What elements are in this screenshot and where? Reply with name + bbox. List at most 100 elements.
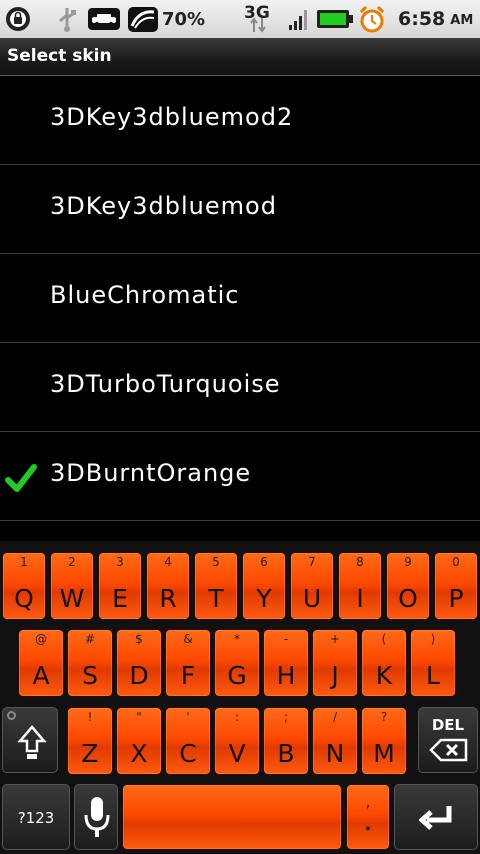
skin-list-item[interactable]: 3DBurntOrange bbox=[0, 432, 480, 521]
skin-list-item[interactable]: 3DKey3dbluemod bbox=[0, 165, 480, 254]
key-e[interactable]: 3E bbox=[98, 552, 142, 620]
clock-ampm: AM bbox=[450, 13, 474, 28]
key-secondary-label: ! bbox=[87, 710, 93, 724]
key-primary-label: T bbox=[208, 584, 224, 613]
signal-strength-icon bbox=[288, 0, 310, 38]
symbols-key-label: ?123 bbox=[17, 809, 55, 827]
key-secondary-label: 5 bbox=[212, 555, 220, 569]
skin-name: 3DTurboTurquoise bbox=[50, 370, 281, 398]
status-bar: 70% 3G 6:58 AM bbox=[0, 0, 480, 38]
skin-list-item[interactable]: 3DKey3dbluemod2 bbox=[0, 76, 480, 165]
key-primary-label: Q bbox=[14, 584, 34, 613]
app-notification-icon bbox=[5, 0, 31, 38]
key-primary-label: P bbox=[448, 584, 464, 613]
battery-percent: 70% bbox=[162, 8, 206, 30]
shift-indicator-icon bbox=[7, 711, 16, 720]
key-primary-label: W bbox=[59, 584, 85, 613]
key-z[interactable]: ! Z bbox=[67, 707, 113, 775]
symbols-key[interactable]: ?123 bbox=[2, 784, 70, 850]
key-c[interactable]: ' C bbox=[165, 707, 211, 775]
key-n[interactable]: / N bbox=[312, 707, 358, 775]
key-secondary-label: : bbox=[234, 710, 240, 724]
alarm-clock-icon bbox=[358, 0, 386, 38]
shift-key[interactable] bbox=[2, 707, 58, 773]
key-v[interactable]: :V bbox=[214, 707, 260, 775]
key-primary-label: R bbox=[159, 584, 177, 613]
key-u[interactable]: 7U bbox=[290, 552, 334, 620]
key-t[interactable]: 5T bbox=[194, 552, 238, 620]
checkmark-icon bbox=[5, 464, 37, 492]
key-j[interactable]: + J bbox=[312, 629, 358, 697]
period-key[interactable]: , . bbox=[346, 784, 390, 850]
key-r[interactable]: 4R bbox=[146, 552, 190, 620]
key-q[interactable]: 1Q bbox=[2, 552, 46, 620]
key-w[interactable]: 2W bbox=[50, 552, 94, 620]
key-secondary-label: @ bbox=[35, 632, 47, 646]
key-primary-label: J bbox=[331, 661, 339, 690]
skin-name: BlueChromatic bbox=[50, 281, 240, 309]
swype-icon bbox=[127, 0, 159, 38]
enter-key[interactable] bbox=[394, 784, 478, 850]
key-g[interactable]: * G bbox=[214, 629, 260, 697]
skin-list-item[interactable]: BlueChromatic bbox=[0, 254, 480, 343]
keyboard: DEL ?123 , . 1 Q 2 W 3 E 4 R 5 T 6 Y 7 U 8 I 9 O 0 P @ A # S $ D &… bbox=[0, 541, 480, 854]
delete-key[interactable]: DEL bbox=[418, 707, 478, 773]
key-h[interactable]: -H bbox=[263, 629, 309, 697]
key-i[interactable]: 8I bbox=[338, 552, 382, 620]
key-secondary-label: ) bbox=[430, 632, 436, 646]
key-primary-label: D bbox=[129, 661, 149, 690]
shift-arrow-icon bbox=[17, 725, 47, 759]
key-secondary-label: ? bbox=[380, 710, 388, 724]
usb-icon bbox=[55, 0, 79, 38]
skin-name: 3DKey3dbluemod bbox=[50, 192, 277, 220]
battery-icon bbox=[316, 0, 354, 38]
enter-arrow-icon bbox=[419, 806, 452, 830]
key-f[interactable]: & F bbox=[165, 629, 211, 697]
key-primary-label: L bbox=[426, 661, 440, 690]
key-secondary-label: " bbox=[136, 710, 142, 724]
key-secondary-label: ' bbox=[186, 710, 190, 724]
dialog-title-bar: Select skin bbox=[0, 38, 480, 76]
key-b[interactable]: ; B bbox=[263, 707, 309, 775]
key-x[interactable]: " X bbox=[116, 707, 162, 775]
key-primary-label: K bbox=[375, 661, 393, 690]
key-m[interactable]: ? M bbox=[361, 707, 407, 775]
key-secondary-label: 7 bbox=[308, 555, 316, 569]
key-primary-label: S bbox=[82, 661, 98, 690]
key-primary-label: E bbox=[112, 584, 128, 613]
dialog-title: Select skin bbox=[7, 46, 112, 66]
key-secondary-label: + bbox=[329, 632, 341, 646]
voice-input-key[interactable] bbox=[74, 784, 118, 850]
key-secondary-label: 9 bbox=[404, 555, 412, 569]
key-secondary-label: & bbox=[183, 632, 193, 646]
key-primary-label: Z bbox=[81, 739, 99, 768]
microphone-icon bbox=[84, 797, 110, 837]
comma-key-label: , bbox=[365, 795, 371, 811]
skin-list: 3DKey3dbluemod2 3DKey3dbluemod BlueChromat… bbox=[0, 76, 480, 521]
key-l[interactable]: ) L bbox=[410, 629, 456, 697]
space-key[interactable] bbox=[122, 784, 342, 850]
key-secondary-label: 8 bbox=[356, 555, 364, 569]
key-y[interactable]: 6Y bbox=[242, 552, 286, 620]
skin-name: 3DKey3dbluemod2 bbox=[50, 103, 294, 131]
backspace-icon bbox=[429, 738, 468, 762]
key-p[interactable]: 0P bbox=[434, 552, 478, 620]
key-secondary-label: / bbox=[332, 710, 338, 724]
key-primary-label: C bbox=[179, 739, 197, 768]
skin-name: 3DBurntOrange bbox=[50, 459, 252, 487]
key-primary-label: H bbox=[276, 661, 296, 690]
key-secondary-label: 6 bbox=[260, 555, 268, 569]
key-secondary-label: ; bbox=[283, 710, 289, 724]
key-a[interactable]: @ A bbox=[18, 629, 64, 697]
period-key-label: . bbox=[364, 814, 372, 835]
skin-list-item[interactable]: 3DTurboTurquoise bbox=[0, 343, 480, 432]
key-o[interactable]: 9O bbox=[386, 552, 430, 620]
key-s[interactable]: # S bbox=[67, 629, 113, 697]
key-primary-label: X bbox=[130, 739, 148, 768]
delete-key-label: DEL bbox=[431, 716, 465, 734]
key-d[interactable]: $ D bbox=[116, 629, 162, 697]
car-dock-icon bbox=[87, 0, 121, 38]
key-k[interactable]: (K bbox=[361, 629, 407, 697]
key-primary-label: B bbox=[277, 739, 295, 768]
key-secondary-label: 3 bbox=[116, 555, 124, 569]
